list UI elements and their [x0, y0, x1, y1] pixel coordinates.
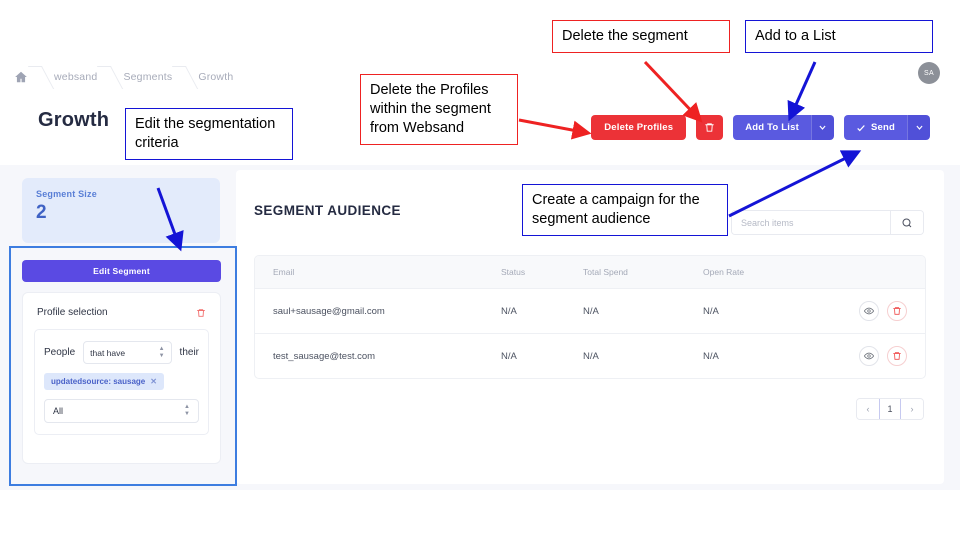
page-body: Segment Size 2 Edit Segment Profile sele… [0, 165, 960, 490]
their-label: their [179, 347, 199, 358]
people-label: People [44, 347, 76, 358]
condition-select[interactable]: that have ▲ ▼ [83, 341, 172, 364]
cell-total-spend: N/A [583, 350, 599, 362]
condition-select-value: that have [90, 347, 126, 358]
delete-segment-button[interactable] [696, 115, 724, 140]
trash-icon[interactable] [196, 308, 206, 318]
send-button[interactable]: Send [843, 115, 907, 140]
segment-size-label: Segment Size [36, 189, 97, 199]
page-title: Growth [38, 109, 110, 131]
cell-status: N/A [501, 305, 517, 317]
scope-select[interactable]: All ▲ ▼ [44, 399, 199, 423]
view-profile-button[interactable] [859, 346, 879, 366]
breadcrumb-item-segments[interactable]: Segments [123, 71, 172, 83]
row-actions [858, 301, 907, 321]
attribute-chip-label: updatedsource: sausage [51, 377, 146, 386]
column-header-status: Status [501, 267, 526, 277]
cell-open-rate: N/A [703, 350, 719, 362]
chevron-down-icon [818, 123, 827, 132]
table-row[interactable]: saul+sausage@gmail.com N/A N/A N/A [255, 288, 925, 333]
search-button[interactable] [890, 211, 923, 234]
send-label: Send [870, 122, 895, 133]
cell-status: N/A [501, 350, 517, 362]
breadcrumb-item-websand[interactable]: websand [54, 71, 97, 83]
check-icon [856, 123, 866, 133]
send-split-button: Send [843, 115, 930, 140]
anno-edit-criteria: Edit the segmentation criteria [125, 108, 293, 160]
audience-table: Email Status Total Spend Open Rate saul+… [254, 255, 926, 379]
trash-icon [704, 122, 715, 133]
pagination-prev[interactable]: ‹ [857, 399, 879, 419]
profile-selection-header: Profile selection [23, 293, 220, 318]
attribute-chip[interactable]: updatedsource: sausage ✕ [44, 373, 164, 390]
breadcrumb-separator-icon [97, 62, 123, 92]
profile-selection-card: Profile selection People that have ▲ ▼ t… [22, 292, 221, 464]
cell-email: saul+sausage@gmail.com [273, 305, 385, 317]
search-box [731, 210, 924, 235]
segment-editor-panel: Edit Segment Profile selection People th… [14, 249, 229, 488]
cell-email: test_sausage@test.com [273, 350, 376, 362]
column-header-email: Email [273, 267, 295, 277]
column-header-total-spend: Total Spend [583, 267, 628, 277]
header-actions: Delete Profiles Add To List Send [591, 115, 930, 140]
stepper-icon: ▲ ▼ [158, 345, 165, 359]
pagination-next[interactable]: › [901, 399, 923, 419]
breadcrumb-item-growth[interactable]: Growth [198, 71, 233, 83]
pagination: ‹ 1 › [856, 398, 924, 420]
delete-profiles-button[interactable]: Delete Profiles [591, 115, 687, 140]
trash-icon [892, 351, 902, 361]
segment-size-card: Segment Size 2 [22, 178, 220, 243]
anno-create-campaign: Create a campaign for the segment audien… [522, 184, 728, 236]
chevron-down-icon [915, 123, 924, 132]
close-icon[interactable]: ✕ [150, 377, 157, 386]
segment-audience-title: SEGMENT AUDIENCE [254, 203, 401, 218]
eye-icon [864, 351, 874, 361]
trash-icon [892, 306, 902, 316]
view-profile-button[interactable] [859, 301, 879, 321]
add-to-list-dropdown-toggle[interactable] [810, 115, 834, 140]
column-header-open-rate: Open Rate [703, 267, 745, 277]
profile-selection-title: Profile selection [37, 307, 108, 318]
table-row[interactable]: test_sausage@test.com N/A N/A N/A [255, 333, 925, 378]
pagination-current-page[interactable]: 1 [879, 399, 901, 419]
anno-delete-segment: Delete the segment [552, 20, 730, 53]
cell-open-rate: N/A [703, 305, 719, 317]
segment-size-value: 2 [36, 202, 47, 223]
profile-rule-row: People that have ▲ ▼ their [44, 341, 199, 364]
anno-add-to-list: Add to a List [745, 20, 933, 53]
add-to-list-split-button: Add To List [733, 115, 834, 140]
table-header-row: Email Status Total Spend Open Rate [255, 256, 925, 288]
delete-row-button[interactable] [887, 301, 907, 321]
scope-select-value: All [53, 406, 64, 416]
send-dropdown-toggle[interactable] [907, 115, 930, 140]
anno-delete-profiles: Delete the Profiles within the segment f… [360, 74, 518, 145]
eye-icon [864, 306, 874, 316]
add-to-list-label: Add To List [745, 122, 799, 133]
delete-row-button[interactable] [887, 346, 907, 366]
cell-total-spend: N/A [583, 305, 599, 317]
avatar[interactable]: SA [918, 62, 940, 84]
breadcrumb-separator-icon [28, 62, 54, 92]
edit-segment-button[interactable]: Edit Segment [22, 260, 221, 282]
breadcrumb-separator-icon [172, 62, 198, 92]
app-root: websand Segments Growth SA Growth Delete… [0, 0, 960, 540]
add-to-list-button[interactable]: Add To List [733, 115, 811, 140]
profile-rule-box: People that have ▲ ▼ their updatedsource:… [34, 329, 209, 435]
stepper-icon: ▲ ▼ [184, 404, 190, 417]
search-input[interactable] [732, 211, 890, 234]
home-icon[interactable] [14, 70, 28, 84]
row-actions [858, 346, 907, 366]
search-icon [901, 217, 913, 229]
